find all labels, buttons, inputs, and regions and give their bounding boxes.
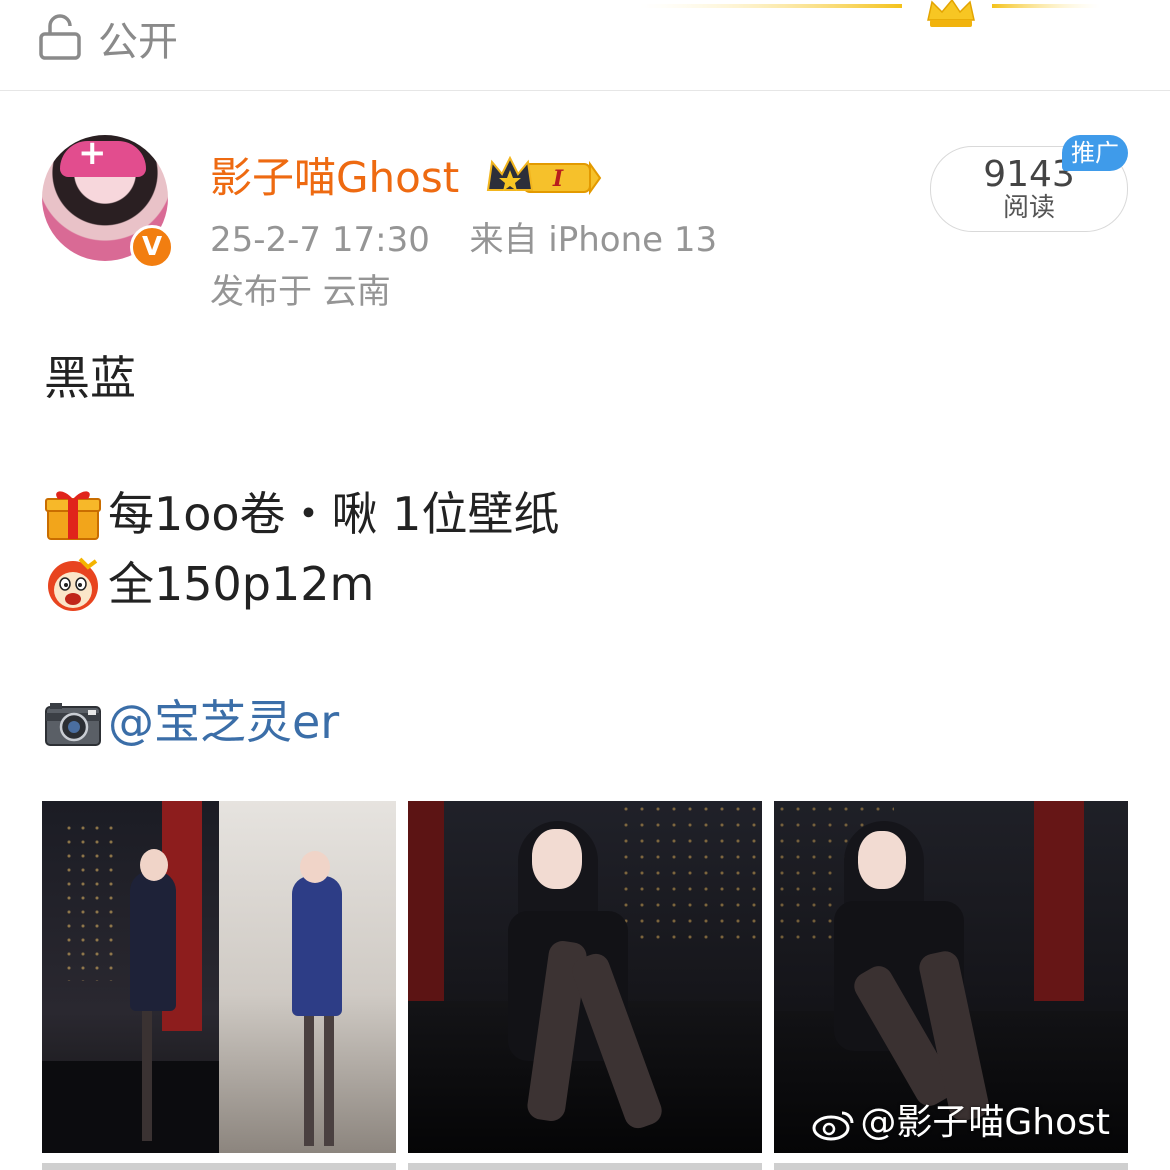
post-image-3[interactable]: @影子喵Ghost — [774, 801, 1128, 1153]
visibility-label[interactable]: 公开 — [98, 14, 178, 70]
ghost-face-emoji — [48, 557, 98, 611]
post-image-row-2-edge — [774, 1163, 1128, 1170]
mention-link[interactable]: @宝芝灵er — [108, 695, 339, 749]
camera-emoji — [45, 702, 101, 746]
post-image-row-2-edge — [408, 1163, 762, 1170]
author-name[interactable]: 影子喵Ghost — [210, 150, 459, 206]
avatar-hat — [60, 135, 146, 177]
post-meta: 25-2-7 17:30 来自 iPhone 13 — [210, 216, 717, 264]
verified-icon: V — [130, 225, 174, 269]
post-image-2[interactable] — [408, 801, 762, 1153]
post-source: 来自 iPhone 13 — [469, 220, 718, 260]
crown-icon — [640, 0, 1100, 27]
read-label: 阅读 — [1002, 193, 1055, 223]
level-badge-text: I — [552, 166, 564, 192]
promo-tag[interactable]: 推广 — [1062, 135, 1128, 171]
top-bar: 公开 — [0, 0, 1170, 91]
post-line-camera: @宝芝灵er — [44, 690, 339, 755]
post-line-total-text: 全150p12m — [108, 557, 375, 611]
crown-icon[interactable]: I — [486, 156, 602, 198]
post-image-1[interactable] — [42, 801, 396, 1153]
post-line-total: 全150p12m — [44, 552, 374, 617]
weibo-logo-icon — [812, 1111, 854, 1141]
lock-icon[interactable] — [38, 14, 82, 60]
post-line-gift-text: 每1oo卷・啾 1位壁纸 — [108, 487, 560, 541]
gift-emoji — [45, 490, 101, 540]
post-image-row-2-edge — [42, 1163, 396, 1170]
post-title: 黑蓝 — [44, 351, 136, 405]
watermark: @影子喵Ghost — [812, 1101, 1110, 1145]
watermark-text: @影子喵Ghost — [860, 1102, 1110, 1143]
post-line-gift: 每1oo卷・啾 1位壁纸 — [44, 482, 559, 547]
post-timestamp: 25-2-7 17:30 — [210, 220, 430, 260]
post-location: 发布于 云南 — [210, 272, 391, 312]
